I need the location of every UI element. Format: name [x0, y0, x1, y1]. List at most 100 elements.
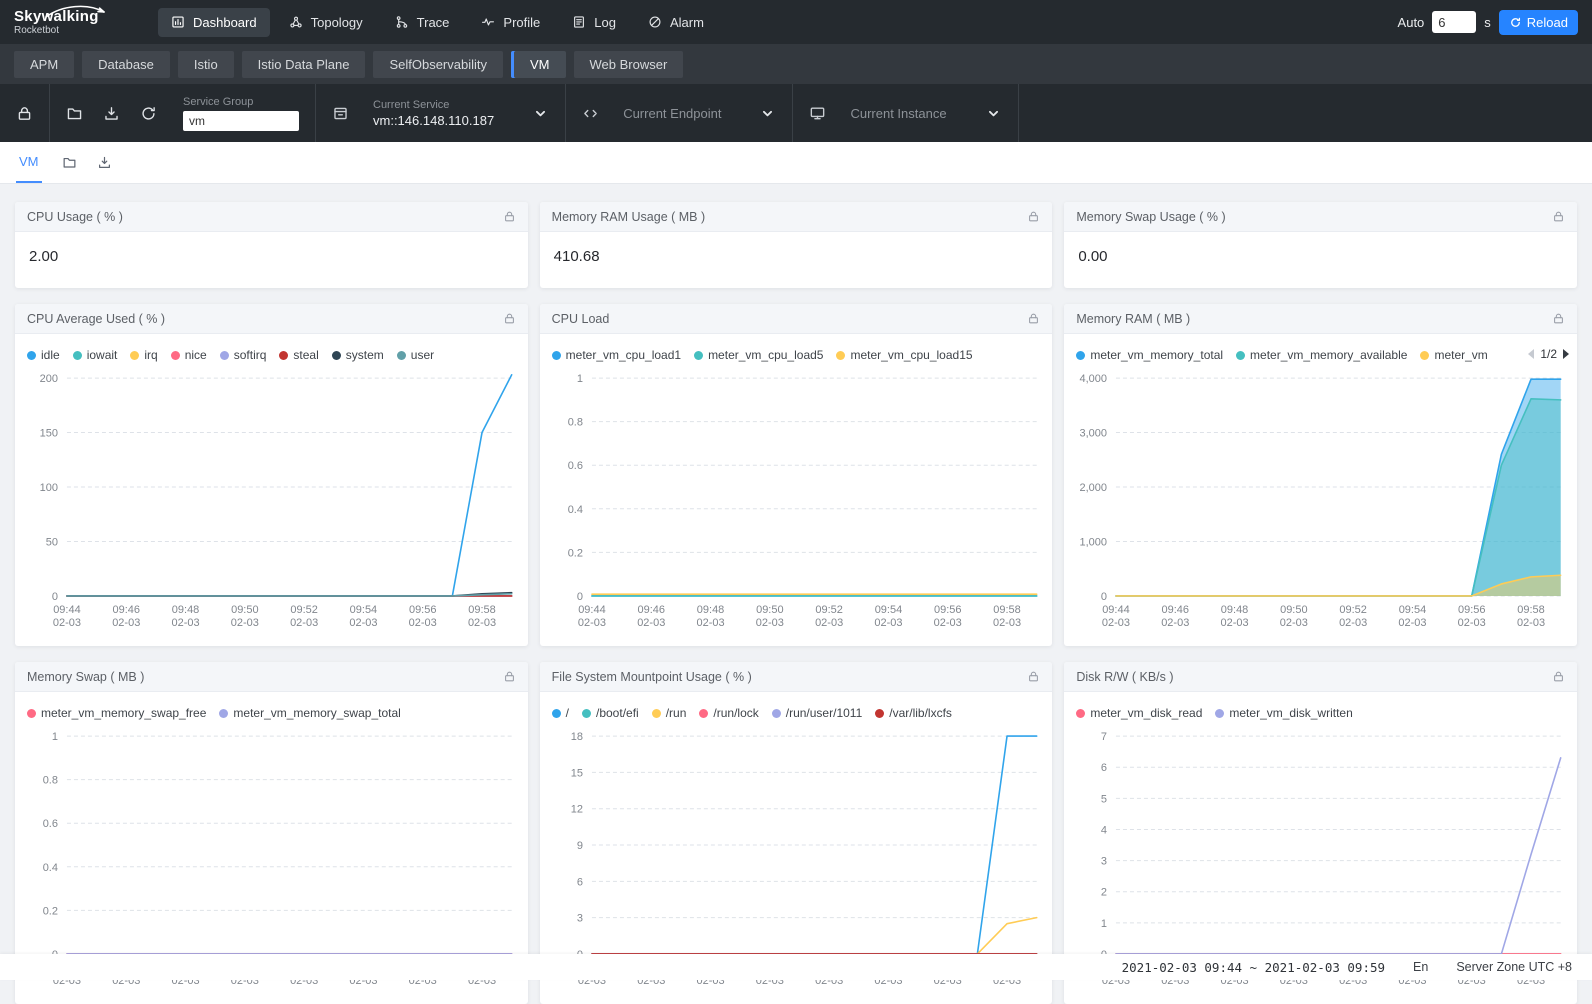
chart-card: File System Mountpoint Usage ( % )//boot… — [540, 662, 1053, 1004]
lock-icon — [1552, 210, 1565, 223]
chevron-down-icon — [985, 105, 1002, 122]
download-icon[interactable] — [97, 155, 112, 170]
reload-button-label: Reload — [1527, 15, 1568, 30]
metric-value: 410.68 — [540, 232, 1053, 281]
nav-item-alarm[interactable]: Alarm — [635, 8, 717, 37]
dashboard-tab-label: Web Browser — [590, 57, 668, 72]
svg-text:02-03: 02-03 — [637, 617, 665, 629]
svg-text:02-03: 02-03 — [755, 617, 783, 629]
svg-text:7: 7 — [1101, 731, 1107, 743]
svg-text:09:44: 09:44 — [1103, 604, 1131, 616]
legend-item[interactable]: meter_vm_cpu_load5 — [694, 348, 823, 362]
svg-text:02-03: 02-03 — [171, 617, 199, 629]
nav-item-dashboard[interactable]: Dashboard — [158, 8, 270, 37]
current-instance-selector[interactable]: Current Instance — [793, 84, 1018, 142]
service-group-label: Service Group — [183, 96, 299, 108]
svg-text:4,000: 4,000 — [1080, 373, 1108, 385]
metric-card: CPU Usage ( % )2.00 — [15, 202, 528, 288]
nav-item-log[interactable]: Log — [559, 8, 629, 37]
dashboard-tab-selfobservability[interactable]: SelfObservability — [373, 51, 503, 78]
auto-refresh-input[interactable] — [1432, 11, 1476, 33]
legend-label: user — [411, 348, 434, 362]
legend-dot — [332, 351, 341, 360]
svg-text:02-03: 02-03 — [1280, 617, 1308, 629]
svg-text:09:56: 09:56 — [1458, 604, 1486, 616]
legend-item[interactable]: /run/lock — [699, 706, 758, 720]
legend-item[interactable]: iowait — [73, 348, 118, 362]
legend-item[interactable]: meter_vm_disk_read — [1076, 706, 1202, 720]
view-tab-vm[interactable]: VM — [16, 142, 42, 183]
legend-label: meter_vm_cpu_load5 — [708, 348, 823, 362]
dashboard-tab-label: VM — [530, 57, 550, 72]
legend-next-icon[interactable] — [1563, 349, 1569, 359]
legend-item[interactable]: meter_vm_memory_swap_free — [27, 706, 206, 720]
export-button[interactable] — [103, 105, 120, 122]
chart-legend: / /boot/efi/run/run/lock/run/user/1011/va… — [540, 692, 1053, 724]
legend-item[interactable]: user — [397, 348, 434, 362]
nav-item-profile[interactable]: Profile — [468, 8, 553, 37]
lock-icon — [16, 105, 33, 122]
nav-item-topology[interactable]: Topology — [276, 8, 376, 37]
legend-dot — [130, 351, 139, 360]
time-range-picker[interactable]: 2021-02-03 09:44 ~ 2021-02-03 09:59 — [1122, 960, 1385, 975]
legend-item[interactable]: /boot/efi — [582, 706, 639, 720]
legend-item[interactable]: idle — [27, 348, 60, 362]
legend-item[interactable]: meter_vm_disk_written — [1215, 706, 1352, 720]
import-button[interactable] — [66, 105, 83, 122]
server-zone-control[interactable]: Server Zone UTC +8 — [1456, 960, 1572, 974]
svg-text:09:58: 09:58 — [1518, 604, 1546, 616]
profile-icon — [481, 15, 495, 29]
lock-button[interactable] — [16, 105, 33, 122]
dashboard-tab-vm[interactable]: VM — [511, 51, 566, 78]
svg-text:0.4: 0.4 — [43, 862, 58, 874]
chart-legend: idle iowait irqnice softirq steal system user — [15, 334, 528, 366]
folder-icon[interactable] — [62, 155, 77, 170]
legend-item[interactable]: softirq — [220, 348, 267, 362]
app-logo[interactable]: Skywalking Rocketbot — [14, 9, 132, 36]
auto-refresh-label: Auto — [1398, 15, 1425, 30]
legend-label: meter_vm_memory_available — [1250, 348, 1407, 362]
current-endpoint-selector[interactable]: Current Endpoint — [566, 84, 793, 142]
log-icon — [572, 15, 586, 29]
chart-card: Memory RAM ( MB )meter_vm_memory_totalme… — [1064, 304, 1577, 646]
dashboard-tab-database[interactable]: Database — [82, 51, 170, 78]
svg-text:3: 3 — [1101, 856, 1107, 868]
legend-prev-icon[interactable] — [1528, 349, 1534, 359]
legend-item[interactable]: nice — [171, 348, 207, 362]
legend-item[interactable]: meter_vm — [1420, 348, 1487, 362]
dashboard-tab-web-browser[interactable]: Web Browser — [574, 51, 684, 78]
legend-item[interactable]: irq — [130, 348, 157, 362]
legend-item[interactable]: /var/lib/lxcfs — [875, 706, 952, 720]
dashboard-tab-label: Istio Data Plane — [258, 57, 350, 72]
topology-icon — [289, 15, 303, 29]
nav-item-label: Trace — [417, 15, 450, 30]
lock-icon — [1027, 210, 1040, 223]
dashboard-tab-istio[interactable]: Istio — [178, 51, 234, 78]
dashboard-tab-apm[interactable]: APM — [14, 51, 74, 78]
nav-item-trace[interactable]: Trace — [382, 8, 463, 37]
nav-item-label: Profile — [503, 15, 540, 30]
legend-item[interactable]: /run — [652, 706, 687, 720]
reload-button[interactable]: Reload — [1499, 10, 1578, 35]
dashboard-tab-istio-data-plane[interactable]: Istio Data Plane — [242, 51, 366, 78]
service-group-input[interactable] — [183, 111, 299, 131]
legend-item[interactable]: /run/user/1011 — [772, 706, 863, 720]
svg-text:02-03: 02-03 — [1102, 617, 1130, 629]
legend-label: system — [346, 348, 384, 362]
svg-text:02-03: 02-03 — [1162, 617, 1190, 629]
refresh-templates-button[interactable] — [140, 105, 157, 122]
legend-item[interactable]: meter_vm_cpu_load15 — [836, 348, 972, 362]
language-switch[interactable]: En — [1413, 960, 1428, 974]
legend-item[interactable]: / — [552, 706, 569, 720]
legend-item[interactable]: meter_vm_cpu_load1 — [552, 348, 681, 362]
legend-item[interactable]: system — [332, 348, 384, 362]
legend-item[interactable]: meter_vm_memory_total — [1076, 348, 1223, 362]
legend-item[interactable]: meter_vm_memory_available — [1236, 348, 1407, 362]
legend-item[interactable]: steal — [279, 348, 318, 362]
nav-item-label: Topology — [311, 15, 363, 30]
dashboard-icon — [171, 15, 185, 29]
current-service-selector[interactable]: Current Service vm::146.148.110.187 — [316, 84, 566, 142]
legend-dot — [836, 351, 845, 360]
legend-item[interactable]: meter_vm_memory_swap_total — [219, 706, 400, 720]
chart-canvas: 01,0002,0003,0004,00009:4402-0309:4602-0… — [1064, 366, 1577, 646]
